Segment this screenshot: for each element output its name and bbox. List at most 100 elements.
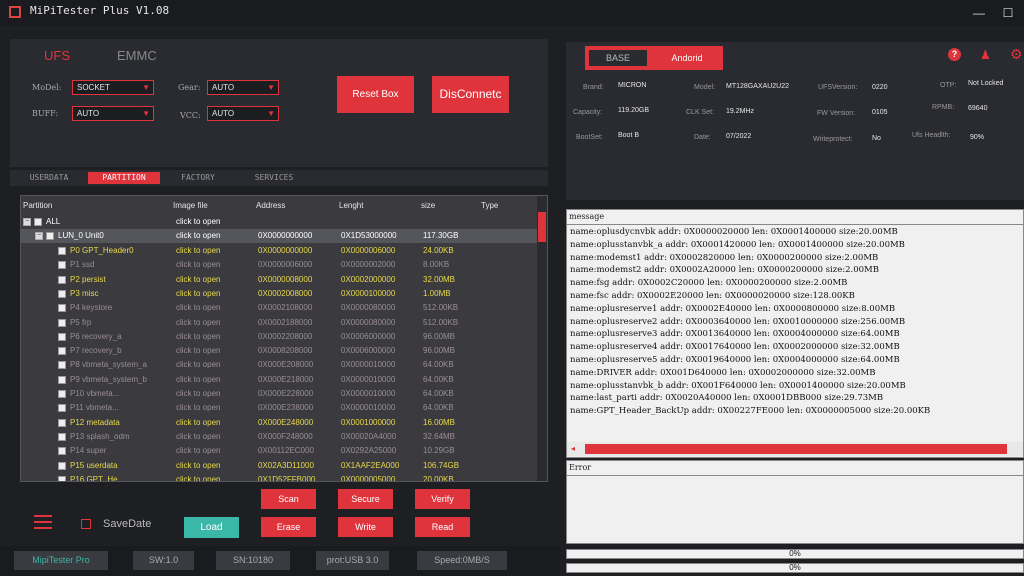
image-file[interactable]: click to open — [176, 432, 220, 441]
table-row-lun[interactable]: − LUN_0 Unit0 click to open 0X0000000000… — [21, 229, 539, 244]
table-row[interactable]: P7 recovery_b click to open 0X0008208000 0X… — [21, 344, 539, 358]
checkbox[interactable] — [58, 347, 66, 356]
image-file[interactable]: click to open — [176, 260, 220, 269]
image-file[interactable]: click to open — [176, 289, 220, 298]
address: 0X0000008000 — [258, 274, 313, 284]
message-log[interactable]: message name:oplusdycnvbk addr: 0X000002… — [566, 209, 1024, 458]
verify-button[interactable]: Verify — [415, 489, 470, 509]
image-file[interactable]: click to open — [176, 332, 220, 341]
load-button[interactable]: Load — [184, 517, 239, 538]
gear-icon[interactable]: ⚙ — [1010, 46, 1024, 62]
image-file[interactable]: click to open — [176, 303, 220, 312]
checkbox[interactable] — [58, 390, 66, 398]
address: 0X02A3D11000 — [258, 460, 314, 470]
checkbox[interactable] — [58, 304, 66, 313]
image-file[interactable]: click to open — [176, 246, 220, 255]
table-row[interactable]: P16 GPT_He... click to open 0X1D52FFB000 0X… — [21, 473, 539, 481]
checkbox[interactable] — [58, 404, 66, 413]
checkbox[interactable] — [58, 332, 66, 341]
tab-factory[interactable]: FACTORY — [170, 172, 226, 184]
image-file[interactable]: click to open — [176, 389, 220, 398]
checkbox[interactable] — [46, 232, 54, 240]
scan-button[interactable]: Scan — [261, 489, 316, 509]
table-row[interactable]: P1 ssd click to open 0X0000006000 0X0000002… — [21, 258, 539, 272]
savedate-checkbox[interactable] — [81, 519, 91, 529]
scrollbar-thumb[interactable] — [585, 444, 1007, 454]
erase-button[interactable]: Erase — [261, 517, 316, 537]
scrollbar-thumb[interactable] — [538, 212, 546, 242]
message-hscrollbar[interactable]: ◂ — [567, 442, 1023, 456]
write-button[interactable]: Write — [338, 517, 393, 537]
image-file[interactable]: click to open — [176, 418, 220, 427]
help-icon[interactable]: ? — [948, 48, 961, 61]
user-settings-icon[interactable]: ♟ — [980, 48, 992, 62]
secure-button[interactable]: Secure — [338, 489, 393, 509]
checkbox[interactable] — [58, 418, 66, 427]
table-row[interactable]: P13 splash_odm click to open 0X000F248000 0… — [21, 430, 539, 444]
model-select[interactable]: SOCKET ▼ — [72, 80, 154, 95]
maximize-button[interactable]: ☐ — [997, 4, 1019, 22]
tab-services[interactable]: SERVICES — [246, 172, 302, 184]
vcc-select[interactable]: AUTO ▼ — [207, 106, 279, 121]
image-file[interactable]: click to open — [176, 231, 220, 240]
image-file[interactable]: click to open — [176, 461, 220, 470]
table-row[interactable]: P2 persist click to open 0X0000008000 0X000… — [21, 273, 539, 287]
table-row[interactable]: P4 keystore click to open 0X0002108000 0X00… — [21, 301, 539, 315]
disconnect-button[interactable]: DisConnetc — [432, 76, 509, 113]
table-scrollbar[interactable] — [537, 196, 547, 481]
image-file[interactable]: click to open — [176, 375, 220, 384]
image-file[interactable]: click to open — [176, 403, 220, 412]
image-file[interactable]: click to open — [176, 475, 220, 481]
checkbox[interactable] — [58, 432, 66, 441]
tab-ufs[interactable]: UFS — [44, 48, 70, 63]
checkbox[interactable] — [58, 318, 66, 327]
image-file[interactable]: click to open — [176, 318, 220, 327]
collapse-icon[interactable]: − — [23, 218, 31, 226]
minimize-button[interactable]: — — [968, 4, 990, 22]
checkbox[interactable] — [58, 275, 66, 284]
table-row-all[interactable]: − ALL click to open — [21, 215, 539, 229]
table-row[interactable]: P3 misc click to open 0X0002008000 0X000010… — [21, 287, 539, 301]
image-file[interactable]: click to open — [176, 446, 220, 455]
checkbox[interactable] — [58, 289, 66, 298]
menu-icon[interactable] — [34, 514, 52, 530]
buff-select[interactable]: AUTO ▼ — [72, 106, 154, 121]
table-row[interactable]: P9 vbmeta_system_b click to open 0X000E218… — [21, 373, 539, 387]
title-bar: MiPiTester Plus V1.08 — ☐ ✕ — [0, 0, 1024, 26]
checkbox[interactable] — [58, 475, 66, 481]
checkbox[interactable] — [58, 361, 66, 370]
image-file[interactable]: click to open — [176, 346, 220, 355]
collapse-icon[interactable]: − — [35, 232, 43, 240]
table-row[interactable]: P10 vbmeta... click to open 0X000E228000 0X… — [21, 387, 539, 401]
table-row[interactable]: P15 userdata click to open 0X02A3D11000 0X1… — [21, 459, 539, 473]
checkbox[interactable] — [58, 261, 66, 270]
checkbox[interactable] — [58, 375, 66, 384]
table-row[interactable]: P12 metadata click to open 0X000E248000 0X0… — [21, 416, 539, 430]
checkbox[interactable] — [34, 218, 42, 226]
checkbox[interactable] — [58, 461, 66, 470]
tab-base[interactable]: BASE — [589, 50, 647, 66]
table-row[interactable]: P8 vbmeta_system_a click to open 0X000E208… — [21, 358, 539, 372]
size: 64.00KB — [423, 403, 454, 413]
gear-select[interactable]: AUTO ▼ — [207, 80, 279, 95]
reset-box-button[interactable]: Reset Box — [337, 76, 414, 113]
error-log[interactable]: Error — [566, 460, 1024, 544]
table-row[interactable]: P0 GPT_Header0 click to open 0X0000000000 0… — [21, 244, 539, 258]
table-row[interactable]: P14 super click to open 0X00112EC000 0X0292… — [21, 444, 539, 458]
tab-userdata[interactable]: USERDATA — [18, 172, 80, 184]
tab-partition[interactable]: PARTITION — [88, 172, 160, 184]
image-file[interactable]: click to open — [176, 217, 220, 226]
partition-name: P6 recovery_a — [70, 331, 122, 341]
tab-android[interactable]: Andorid — [655, 50, 719, 66]
table-row[interactable]: P5 frp click to open 0X0002188000 0X0000080… — [21, 316, 539, 330]
bootset-key: BootSet: — [576, 134, 603, 141]
tab-emmc[interactable]: EMMC — [117, 48, 157, 63]
scroll-left-icon[interactable]: ◂ — [571, 444, 575, 453]
table-row[interactable]: P6 recovery_a click to open 0X0002208000 0X… — [21, 330, 539, 344]
image-file[interactable]: click to open — [176, 360, 220, 369]
image-file[interactable]: click to open — [176, 275, 220, 284]
read-button[interactable]: Read — [415, 517, 470, 537]
checkbox[interactable] — [58, 247, 66, 255]
checkbox[interactable] — [58, 447, 66, 456]
table-row[interactable]: P11 vbmeta... click to open 0X000E238000 0X… — [21, 401, 539, 415]
